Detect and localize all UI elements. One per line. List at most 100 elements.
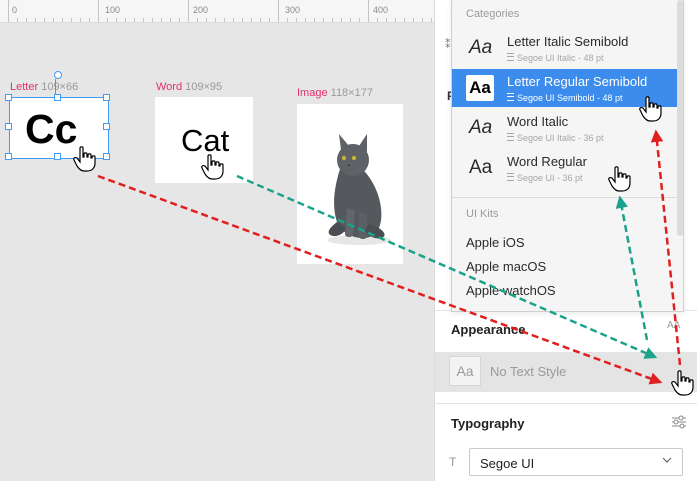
text-style-name: Letter Italic Semibold: [507, 34, 629, 49]
ruler-tick: [206, 18, 207, 22]
text-style-meta: Segoe UI Italic - 36 pt: [507, 133, 604, 143]
lines-icon: [507, 133, 514, 141]
letter-artboard-label[interactable]: Letter 109×66: [10, 81, 78, 93]
text-style-preview: Aa: [469, 117, 493, 138]
artboard-size: 109×95: [185, 81, 223, 93]
ruler-tick: [53, 18, 54, 22]
ruler-tick: [377, 18, 378, 22]
text-style-picker[interactable]: Categories Aa Letter Italic Semibold Seg…: [451, 0, 684, 312]
word-artboard-label[interactable]: Word 109×95: [156, 81, 222, 93]
ruler-tick: [44, 18, 45, 22]
ruler-tick: [89, 18, 90, 22]
typography-settings-icon[interactable]: [671, 414, 687, 430]
ruler-tick: [107, 18, 108, 22]
resize-handle-br[interactable]: [103, 153, 110, 160]
ruler-tick: [350, 18, 351, 22]
resize-handle-t[interactable]: [54, 94, 61, 101]
ruler-tick: [431, 18, 432, 22]
resize-handle-l[interactable]: [5, 123, 12, 130]
no-text-style-label: No Text Style: [490, 364, 567, 379]
text-style-preview: Aa: [466, 75, 494, 101]
ruler-tick: [341, 18, 342, 22]
ruler-tick: [197, 18, 198, 22]
text-style-name: Word Regular: [507, 154, 587, 169]
ruler-tick: [386, 18, 387, 22]
ruler-tick: [188, 0, 189, 22]
ui-kit-item[interactable]: Apple watchOS: [466, 283, 556, 298]
rotation-handle-stem: [55, 79, 56, 95]
ruler-tick: [251, 18, 252, 22]
ruler-tick: [422, 18, 423, 22]
ruler-mark: 200: [193, 5, 209, 15]
text-style-preview: Aa: [469, 37, 493, 58]
font-family-value: Segoe UI: [480, 456, 535, 471]
ui-kits-heading: UI Kits: [466, 208, 499, 220]
text-style-meta-text: Segoe UI Semibold - 48 pt: [517, 93, 623, 103]
ui-kit-item[interactable]: Apple macOS: [466, 259, 546, 274]
ruler-mark: 300: [285, 5, 301, 15]
ruler-tick: [17, 18, 18, 22]
lines-icon: [507, 53, 514, 61]
rotation-handle[interactable]: [54, 71, 62, 79]
ruler-tick: [62, 18, 63, 22]
text-style-name: Word Italic: [507, 114, 569, 129]
design-canvas[interactable]: 0 100 200 300 400 Letter 109×66 Cc Word …: [0, 0, 434, 481]
ruler-tick: [269, 18, 270, 22]
artboard-name: Image: [297, 87, 328, 99]
text-style-meta: Segoe UI Italic - 48 pt: [507, 53, 604, 63]
ruler-mark: 0: [12, 5, 18, 15]
dropdown-scrollbar[interactable]: [677, 0, 683, 236]
text-style-item[interactable]: Aa Letter Italic Semibold Segoe UI Itali…: [452, 29, 683, 67]
ruler-tick: [224, 18, 225, 22]
ruler-tick: [305, 18, 306, 22]
ruler-tick: [134, 18, 135, 22]
ruler-tick: [332, 18, 333, 22]
resize-handle-r[interactable]: [103, 123, 110, 130]
text-style-meta-text: Segoe UI Italic - 36 pt: [517, 133, 604, 143]
text-style-preview: Aa: [469, 157, 493, 178]
letter-text-layer[interactable]: Cc: [25, 105, 77, 153]
text-style-icon[interactable]: AA: [667, 321, 680, 331]
text-style-meta-text: Segoe UI - 36 pt: [517, 173, 583, 183]
ruler-tick: [287, 18, 288, 22]
text-style-icon-label: AA: [667, 320, 681, 331]
typography-title: Typography: [451, 416, 525, 431]
ruler-tick: [368, 0, 369, 22]
ruler-tick: [215, 18, 216, 22]
ruler-tick: [314, 18, 315, 22]
text-style-item-selected[interactable]: Aa Letter Regular Semibold Segoe UI Semi…: [452, 69, 683, 107]
cat-photo[interactable]: [297, 104, 403, 264]
text-style-name: Letter Regular Semibold: [507, 74, 648, 89]
image-artboard[interactable]: [297, 104, 403, 264]
lines-icon: [507, 93, 514, 101]
ui-kit-item[interactable]: Apple iOS: [466, 235, 525, 250]
artboard-name: Word: [156, 81, 183, 93]
resize-handle-bl[interactable]: [5, 153, 12, 160]
artboard-size: 118×177: [330, 87, 373, 99]
ruler-tick: [179, 18, 180, 22]
resize-handle-tl[interactable]: [5, 94, 12, 101]
font-family-icon: T: [449, 455, 457, 469]
chevron-down-icon: [662, 457, 672, 463]
ruler-tick: [35, 18, 36, 22]
ruler-tick: [8, 0, 9, 22]
text-style-dropdown[interactable]: Aa No Text Style: [435, 352, 697, 392]
resize-handle-tr[interactable]: [103, 94, 110, 101]
ruler-tick: [278, 0, 279, 22]
text-style-item[interactable]: Aa Word Regular Segoe UI - 36 pt: [452, 149, 683, 187]
panel-expand-icon[interactable]: ⁑: [445, 38, 451, 51]
text-style-preview: Aa: [449, 356, 481, 386]
font-family-select[interactable]: Segoe UI: [469, 448, 683, 476]
artboard-name: Letter: [10, 81, 39, 93]
ruler-tick: [125, 18, 126, 22]
panel-divider: [435, 403, 697, 404]
word-text-layer[interactable]: Cat: [181, 122, 229, 160]
horizontal-ruler: 0 100 200 300 400: [0, 0, 434, 23]
resize-handle-b[interactable]: [54, 153, 61, 160]
text-style-item[interactable]: Aa Word Italic Segoe UI Italic - 36 pt: [452, 109, 683, 147]
image-artboard-label[interactable]: Image 118×177: [297, 87, 373, 99]
ruler-tick: [71, 18, 72, 22]
text-style-meta-text: Segoe UI Italic - 48 pt: [517, 53, 604, 63]
text-style-meta: Segoe UI - 36 pt: [507, 173, 583, 183]
ruler-mark: 400: [373, 5, 389, 15]
